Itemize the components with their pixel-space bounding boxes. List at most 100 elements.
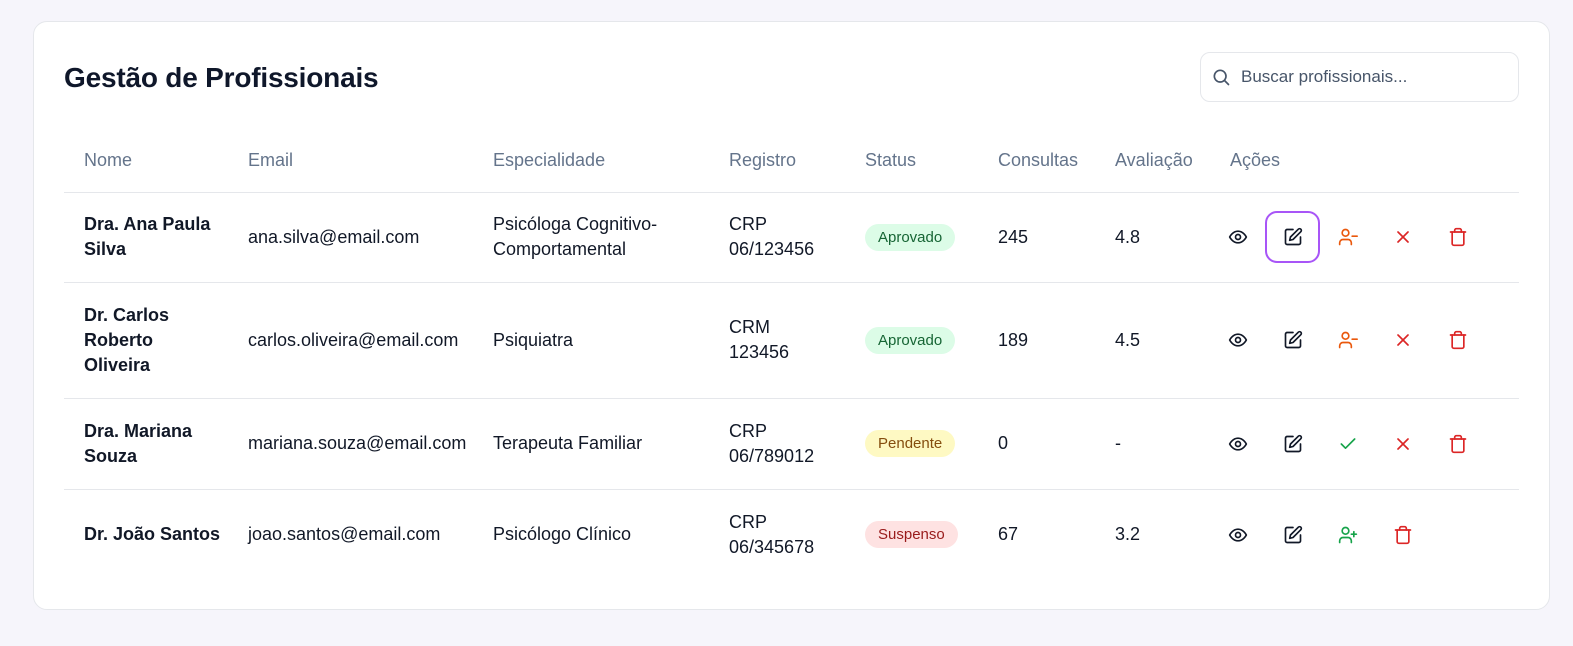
professional-name: Dra. Mariana Souza (84, 420, 193, 466)
edit-button[interactable] (1265, 211, 1320, 263)
professional-email: joao.santos@email.com (248, 524, 441, 545)
column-header-avaliacao[interactable]: Avaliação (1095, 130, 1210, 193)
trash-icon (1448, 434, 1468, 454)
column-header-nome[interactable]: Nome (64, 130, 228, 193)
delete-button[interactable] (1430, 418, 1485, 470)
rating-value: 3.2 (1115, 524, 1141, 545)
rating-value: 4.5 (1095, 282, 1210, 399)
edit-button[interactable] (1265, 418, 1320, 470)
professional-name: Dr. Carlos Roberto Oliveira (84, 304, 170, 375)
delete-button[interactable] (1430, 211, 1485, 263)
professional-email: mariana.souza@email.com (228, 398, 473, 490)
reject-button[interactable] (1375, 418, 1430, 470)
reject-button[interactable] (1375, 211, 1430, 263)
reactivate-button[interactable] (1320, 509, 1375, 561)
table-row: Dra. Ana Paula Silva ana.silva@email.com… (64, 192, 1519, 283)
professional-specialty-cell: Psicólogo Clínico (473, 489, 709, 580)
table-row: Dra. Mariana Souza mariana.souza@email.c… (64, 398, 1519, 490)
professional-name-cell: Dra. Ana Paula Silva (64, 192, 228, 283)
eye-icon (1228, 330, 1248, 350)
consultations-count: 189 (978, 282, 1095, 399)
table-header-row: Nome Email Especialidade Registro Status… (64, 130, 1519, 193)
consultations-count: 245 (978, 192, 1095, 283)
status-badge: Pendente (865, 430, 956, 457)
suspend-button[interactable] (1320, 211, 1375, 263)
professional-email: ana.silva@email.com (228, 192, 473, 283)
professional-registry: CRP 06/789012 (729, 420, 815, 466)
trash-icon (1448, 330, 1468, 350)
professional-name-cell: Dra. Mariana Souza (64, 398, 228, 490)
column-header-consultas[interactable]: Consultas (978, 130, 1095, 193)
column-header-email[interactable]: Email (228, 130, 473, 193)
row-actions (1210, 418, 1519, 470)
column-header-especialidade[interactable]: Especialidade (473, 130, 709, 193)
professional-name: Dra. Ana Paula Silva (84, 214, 211, 259)
status-cell: Aprovado (845, 282, 978, 399)
professional-email: carlos.oliveira@email.com (228, 282, 473, 399)
status-badge: Aprovado (865, 326, 956, 354)
eye-icon (1228, 525, 1248, 545)
row-actions (1210, 509, 1519, 561)
view-button[interactable] (1210, 314, 1265, 366)
professional-specialty-cell: Terapeuta Familiar (473, 398, 709, 490)
x-icon (1393, 434, 1413, 454)
status-cell: Pendente (845, 398, 978, 490)
edit-icon (1283, 434, 1303, 454)
eye-icon (1228, 227, 1248, 247)
professional-specialty: Psicólogo Clínico (493, 524, 632, 545)
professional-registry-cell: CRM 123456 (709, 282, 845, 399)
page-title: Gestão de Profissionais (64, 62, 379, 93)
view-button[interactable] (1210, 418, 1265, 470)
professional-registry: CRM 123456 (729, 317, 790, 362)
professional-specialty: Terapeuta Familiar (493, 433, 643, 453)
user-plus-icon (1338, 525, 1358, 545)
delete-button[interactable] (1430, 314, 1485, 366)
table-row: Dr. João Santos joao.santos@email.com Ps… (64, 489, 1519, 580)
professional-registry: CRP 06/345678 (729, 511, 815, 557)
status-badge: Aprovado (865, 223, 956, 251)
table-row: Dr. Carlos Roberto Oliveira carlos.olive… (64, 282, 1519, 399)
edit-icon (1283, 525, 1303, 545)
professional-registry: CRP 06/123456 (729, 214, 815, 259)
actions-cell (1210, 398, 1519, 490)
professional-registry-cell: CRP 06/123456 (709, 192, 845, 283)
suspend-button[interactable] (1320, 314, 1375, 366)
trash-icon (1393, 525, 1413, 545)
consultations-count: 0 (978, 398, 1095, 490)
view-button[interactable] (1210, 211, 1265, 263)
search-box[interactable] (1200, 52, 1519, 102)
reject-button[interactable] (1375, 314, 1430, 366)
edit-button[interactable] (1265, 509, 1320, 561)
rating-value: 4.8 (1095, 192, 1210, 283)
column-header-registro[interactable]: Registro (709, 130, 845, 193)
column-header-status[interactable]: Status (845, 130, 978, 193)
delete-button[interactable] (1375, 509, 1430, 561)
approve-button[interactable] (1320, 418, 1375, 470)
professional-specialty: Psiquiatra (493, 329, 574, 350)
search-input[interactable] (1241, 67, 1501, 87)
actions-cell (1210, 282, 1519, 399)
status-cell: Aprovado (845, 192, 978, 283)
user-minus-icon (1338, 227, 1358, 247)
professional-name-cell: Dr. João Santos (64, 489, 228, 580)
row-actions (1210, 314, 1519, 366)
professionals-table: Nome Email Especialidade Registro Status… (64, 130, 1519, 580)
user-minus-icon (1338, 330, 1358, 350)
row-actions (1210, 211, 1519, 263)
rating-value: - (1095, 398, 1210, 490)
professional-name: Dr. João Santos (84, 524, 221, 545)
x-icon (1393, 227, 1413, 247)
professional-specialty-cell: Psiquiatra (473, 282, 709, 399)
edit-button[interactable] (1265, 314, 1320, 366)
edit-icon (1283, 227, 1303, 247)
x-icon (1393, 330, 1413, 350)
actions-cell (1210, 192, 1519, 283)
status-cell: Suspenso (845, 489, 978, 580)
professionals-card: Gestão de Profissionais Nome Email Espec… (33, 21, 1550, 610)
search-icon (1211, 67, 1231, 87)
column-header-acoes: Ações (1210, 130, 1519, 193)
edit-icon (1283, 330, 1303, 350)
professional-specialty: Psicóloga Cognitivo-Comportamental (493, 214, 658, 259)
view-button[interactable] (1210, 509, 1265, 561)
professional-registry-cell: CRP 06/345678 (709, 489, 845, 580)
